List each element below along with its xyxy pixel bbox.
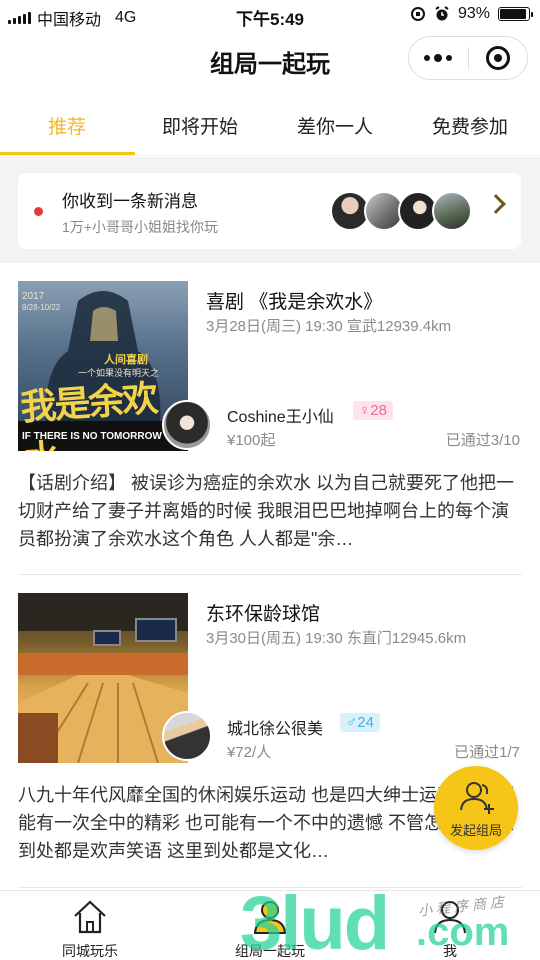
tab-starting-soon[interactable]: 即将开始 [162,112,238,139]
tab-free[interactable]: 免费参加 [432,112,508,139]
event-time-location: 3月30日(周五) 19:30 东直门12945.6km [206,630,467,647]
category-tabs: 推荐 即将开始 差你一人 免费参加 [0,92,540,156]
price: ¥100起 [227,432,276,449]
more-dots-icon [424,53,453,62]
approved-count: 已通过1/7 [454,744,520,761]
more-button[interactable] [409,37,468,79]
divider [18,574,522,575]
poster-dates: 9/28-10/22 [22,303,61,312]
poster-english: IF THERE IS NO TOMORROW [22,431,162,442]
status-right: 93% [410,5,533,23]
message-section: 你收到一条新消息 1万+小哥哥小姐姐找你玩 [0,157,540,263]
gender-age-badge: ♀28 [353,401,393,420]
poster-tag: 人间喜剧 [104,354,148,366]
close-miniprogram-button[interactable] [469,37,528,79]
start-group-button[interactable]: 发起组局 [434,766,518,850]
close-target-icon [485,46,510,70]
battery-icon [498,7,533,21]
chevron-right-icon [486,194,506,214]
battery-fill [500,9,527,19]
start-group-label: 发起组局 [449,823,502,838]
tab-label: 同城玩乐 [62,943,118,959]
tab-recommended[interactable]: 推荐 [48,112,86,139]
event-time-location: 3月28日(周三) 19:30 宣武12939.4km [206,318,452,335]
home-icon [74,900,106,934]
event-title: 东环保龄球馆 [206,604,321,625]
message-title: 你收到一条新消息 [62,192,198,211]
approved-count: 已通过3/10 [445,432,520,449]
gender-age-badge: ♂24 [340,713,380,732]
status-bar: 中国移动 4G 下午5:49 93% [0,0,540,30]
battery-percent: 93% [457,5,490,22]
tab-local-fun[interactable]: 同城玩乐 [30,891,150,960]
message-subtitle: 1万+小哥哥小姐姐找你玩 [62,219,218,235]
watermark-text: 3lud [240,881,390,960]
poster-year: 2017 [22,291,45,302]
unread-dot [34,207,43,216]
avatar [432,191,472,231]
rotation-lock-icon [410,7,425,21]
price: ¥72/人 [227,744,272,761]
active-tab-underline [0,152,135,155]
host-name: Coshine王小仙 [227,409,334,426]
group-add-icon [460,782,494,814]
nav-bar: 组局一起玩 [0,30,540,90]
host-name: 城北徐公很美 [227,721,324,738]
event-description: 【话剧介绍】 被误诊为癌症的余欢水 以为自己就要死了他把一切财产给了妻子并离婚的… [18,473,514,549]
host-avatar[interactable] [162,400,212,450]
event-title: 喜剧 《我是余欢水》 [206,292,383,313]
avatar-stack [330,191,480,231]
alarm-icon [435,6,449,21]
new-message-card[interactable]: 你收到一条新消息 1万+小哥哥小姐姐找你玩 [18,173,521,249]
tab-need-one-more[interactable]: 差你一人 [297,112,373,139]
miniprogram-capsule [408,36,528,80]
host-avatar[interactable] [162,711,212,761]
